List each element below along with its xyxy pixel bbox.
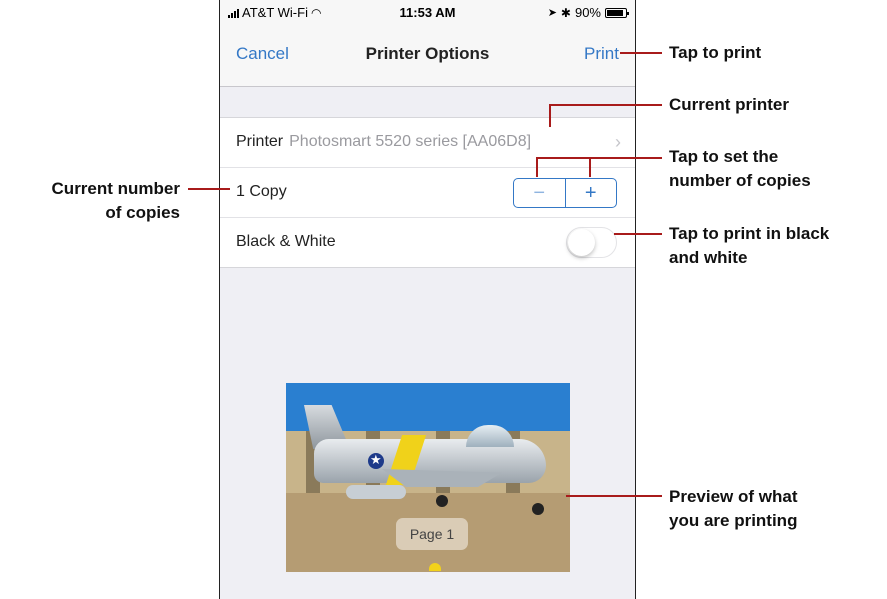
callout-line-printer-h	[549, 104, 662, 106]
toggle-knob	[568, 229, 595, 256]
callout-tap-to-print: Tap to print	[669, 43, 762, 62]
printer-row[interactable]: Printer Photosmart 5520 series [AA06D8] ›	[220, 118, 635, 168]
callout-current-printer: Current printer	[669, 95, 789, 114]
phone-screen: AT&T Wi-Fi ◠ 11:53 AM ➤ ✱ 90% Cancel Pri…	[219, 0, 636, 599]
callout-line-print	[620, 52, 662, 54]
chevron-right-icon: ›	[615, 132, 621, 152]
callout-line-preview	[566, 495, 662, 497]
black-white-row: Black & White	[220, 218, 635, 267]
black-white-toggle[interactable]	[566, 227, 617, 258]
battery-percent: 90%	[574, 5, 601, 20]
copies-row: 1 Copy − +	[220, 168, 635, 218]
callout-line-bw	[614, 233, 662, 235]
callout-set-copies: Tap to set the number of copies	[669, 145, 811, 193]
callout-line-stepper-v1	[536, 157, 538, 177]
callout-preview-line2: you are printing	[669, 511, 798, 530]
printer-value: Photosmart 5520 series [AA06D8]	[289, 133, 532, 150]
callout-current-copies-line1: Current number	[51, 179, 180, 198]
page-indicator-dot	[429, 563, 441, 571]
callout-preview-line1: Preview of what	[669, 487, 798, 506]
status-bar: AT&T Wi-Fi ◠ 11:53 AM ➤ ✱ 90%	[220, 0, 635, 24]
callout-black-white: Tap to print in black and white	[669, 222, 829, 270]
location-icon: ➤	[547, 7, 557, 19]
callout-set-copies-line1: Tap to set the	[669, 147, 779, 166]
jet-drop-tank	[346, 485, 406, 499]
callout-line-stepper-h	[536, 157, 662, 159]
callout-current-copies-line2: of copies	[105, 203, 180, 222]
black-white-label: Black & White	[236, 233, 336, 250]
copies-stepper: − +	[513, 178, 617, 208]
printer-row-text: Printer Photosmart 5520 series [AA06D8]	[236, 133, 531, 151]
status-right-group: ➤ ✱ 90%	[547, 5, 629, 20]
callout-current-copies: Current number of copies	[0, 177, 180, 225]
battery-icon	[605, 7, 629, 18]
page-badge: Page 1	[396, 518, 468, 550]
options-table: Printer Photosmart 5520 series [AA06D8] ›…	[220, 117, 635, 268]
increment-button[interactable]: +	[566, 179, 617, 207]
page-title: Printer Options	[365, 44, 490, 63]
bluetooth-icon: ✱	[560, 5, 571, 20]
callout-black-white-line1: Tap to print in black	[669, 224, 830, 243]
jet-wheel	[532, 503, 544, 515]
print-button[interactable]: Print	[584, 44, 619, 64]
print-preview[interactable]: Page 1	[286, 383, 570, 572]
callout-line-copies	[188, 188, 230, 190]
callout-preview: Preview of what you are printing	[669, 485, 797, 533]
jet-wheel	[436, 495, 448, 507]
printer-label: Printer	[236, 133, 284, 150]
star-roundel-icon	[368, 452, 384, 469]
callout-line-printer-v	[549, 105, 551, 127]
copies-label: 1 Copy	[236, 183, 287, 200]
navigation-bar: Cancel Printer Options Print	[220, 24, 635, 87]
callout-black-white-line2: and white	[669, 248, 748, 267]
callout-set-copies-line2: number of copies	[669, 171, 811, 190]
callout-line-stepper-v2	[589, 157, 591, 177]
decrement-button[interactable]: −	[514, 179, 566, 207]
